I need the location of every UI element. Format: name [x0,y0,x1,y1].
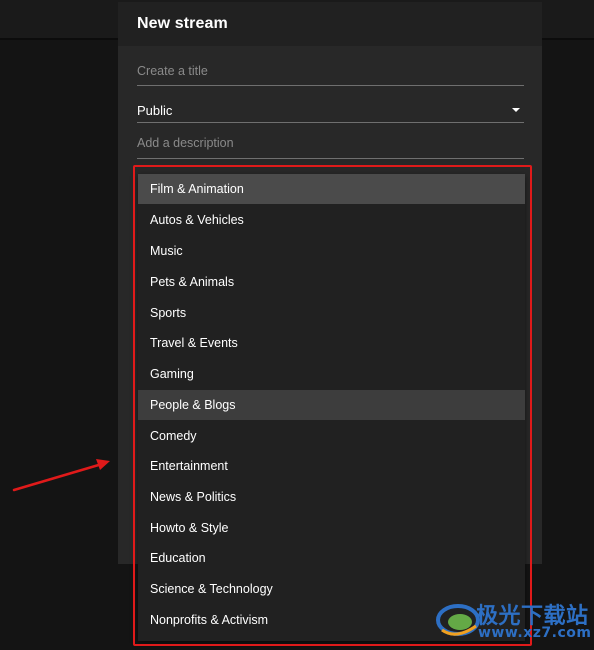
dialog-header: New stream [118,2,542,46]
category-option[interactable]: Howto & Style [138,513,525,543]
stream-title-field[interactable] [137,60,524,86]
category-option[interactable]: Music [138,236,525,266]
category-option[interactable]: News & Politics [138,482,525,512]
category-option[interactable]: Pets & Animals [138,267,525,297]
privacy-select-value: Public [137,103,173,118]
privacy-select[interactable]: Public [137,96,524,123]
category-option[interactable]: Travel & Events [138,328,525,358]
category-option[interactable]: Entertainment [138,451,525,481]
watermark-url-text: www.xz7.com [478,625,592,641]
dropdown-arrow-icon[interactable] [512,108,520,112]
category-option[interactable]: Film & Animation [138,174,525,204]
stream-title-input[interactable] [137,60,524,78]
category-dropdown-list: Film & Animation Autos & Vehicles Music … [138,174,525,641]
category-option[interactable]: Gaming [138,359,525,389]
dialog-title: New stream [137,15,228,32]
category-option[interactable]: People & Blogs [138,390,525,420]
category-option[interactable]: Autos & Vehicles [138,205,525,235]
annotation-arrow-icon [12,459,110,492]
category-option[interactable]: Education [138,543,525,573]
description-input[interactable] [137,132,524,150]
category-option[interactable]: Sports [138,298,525,328]
category-option[interactable]: Comedy [138,421,525,451]
description-field[interactable] [137,132,524,159]
